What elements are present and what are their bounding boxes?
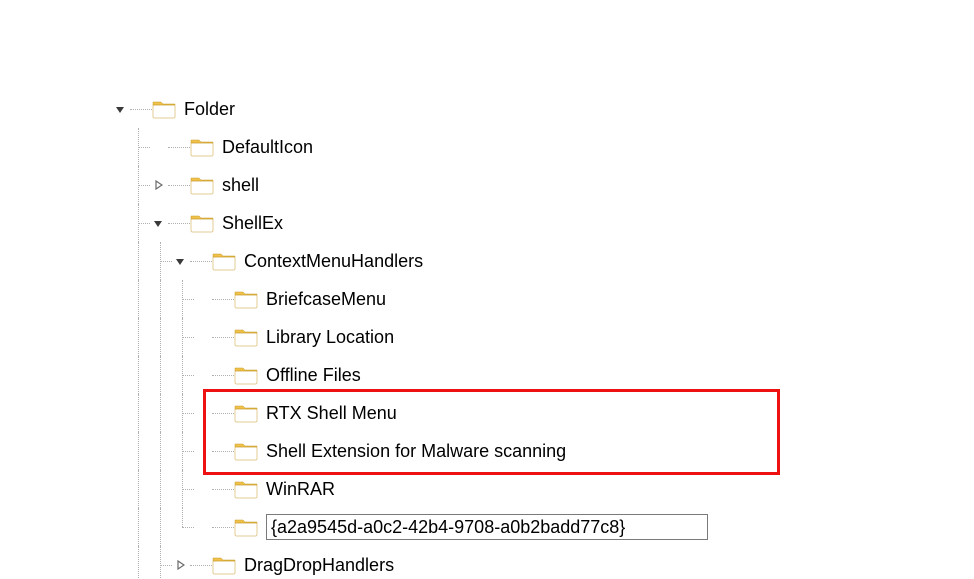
- tree-item-librarylocation[interactable]: Library Location: [0, 318, 974, 356]
- folder-icon: [234, 326, 258, 348]
- expand-toggle-closed-icon[interactable]: [172, 557, 188, 573]
- tree-item-shellex[interactable]: ShellEx: [0, 204, 974, 242]
- expand-toggle-open-icon[interactable]: [112, 101, 128, 117]
- registry-tree[interactable]: Folder DefaultIcon shell ShellEx: [0, 0, 974, 579]
- tree-item-defaulticon[interactable]: DefaultIcon: [0, 128, 974, 166]
- folder-icon: [212, 554, 236, 576]
- tree-item-winrar[interactable]: WinRAR: [0, 470, 974, 508]
- tree-item-label: Offline Files: [266, 356, 361, 394]
- tree-item-label: DefaultIcon: [222, 128, 313, 166]
- tree-item-new-key[interactable]: [0, 508, 974, 546]
- folder-icon: [190, 136, 214, 158]
- tree-item-dragdrophandlers[interactable]: DragDropHandlers: [0, 546, 974, 579]
- tree-item-rtxshellmenu[interactable]: RTX Shell Menu: [0, 394, 974, 432]
- folder-icon: [152, 98, 176, 120]
- tree-item-label: Folder: [184, 90, 235, 128]
- tree-item-contextmenuhandlers[interactable]: ContextMenuHandlers: [0, 242, 974, 280]
- tree-item-label: WinRAR: [266, 470, 335, 508]
- folder-icon: [234, 440, 258, 462]
- tree-item-label: ContextMenuHandlers: [244, 242, 423, 280]
- tree-item-label: BriefcaseMenu: [266, 280, 386, 318]
- folder-icon: [234, 402, 258, 424]
- expand-toggle-open-icon[interactable]: [172, 253, 188, 269]
- folder-icon: [190, 212, 214, 234]
- tree-item-briefcasemenu[interactable]: BriefcaseMenu: [0, 280, 974, 318]
- rename-input[interactable]: [266, 514, 708, 540]
- folder-icon: [234, 478, 258, 500]
- expand-toggle-open-icon[interactable]: [150, 215, 166, 231]
- tree-item-malwarescanning[interactable]: Shell Extension for Malware scanning: [0, 432, 974, 470]
- folder-icon: [190, 174, 214, 196]
- tree-item-folder[interactable]: Folder: [0, 90, 974, 128]
- tree-item-shell[interactable]: shell: [0, 166, 974, 204]
- tree-item-label: RTX Shell Menu: [266, 394, 397, 432]
- tree-item-offlinefiles[interactable]: Offline Files: [0, 356, 974, 394]
- tree-item-label: shell: [222, 166, 259, 204]
- expand-toggle-closed-icon[interactable]: [150, 177, 166, 193]
- folder-icon: [234, 364, 258, 386]
- tree-item-label: Shell Extension for Malware scanning: [266, 432, 566, 470]
- folder-icon: [234, 288, 258, 310]
- folder-icon: [234, 516, 258, 538]
- tree-item-label: Library Location: [266, 318, 394, 356]
- tree-item-label: ShellEx: [222, 204, 283, 242]
- tree-item-label: DragDropHandlers: [244, 546, 394, 579]
- folder-icon: [212, 250, 236, 272]
